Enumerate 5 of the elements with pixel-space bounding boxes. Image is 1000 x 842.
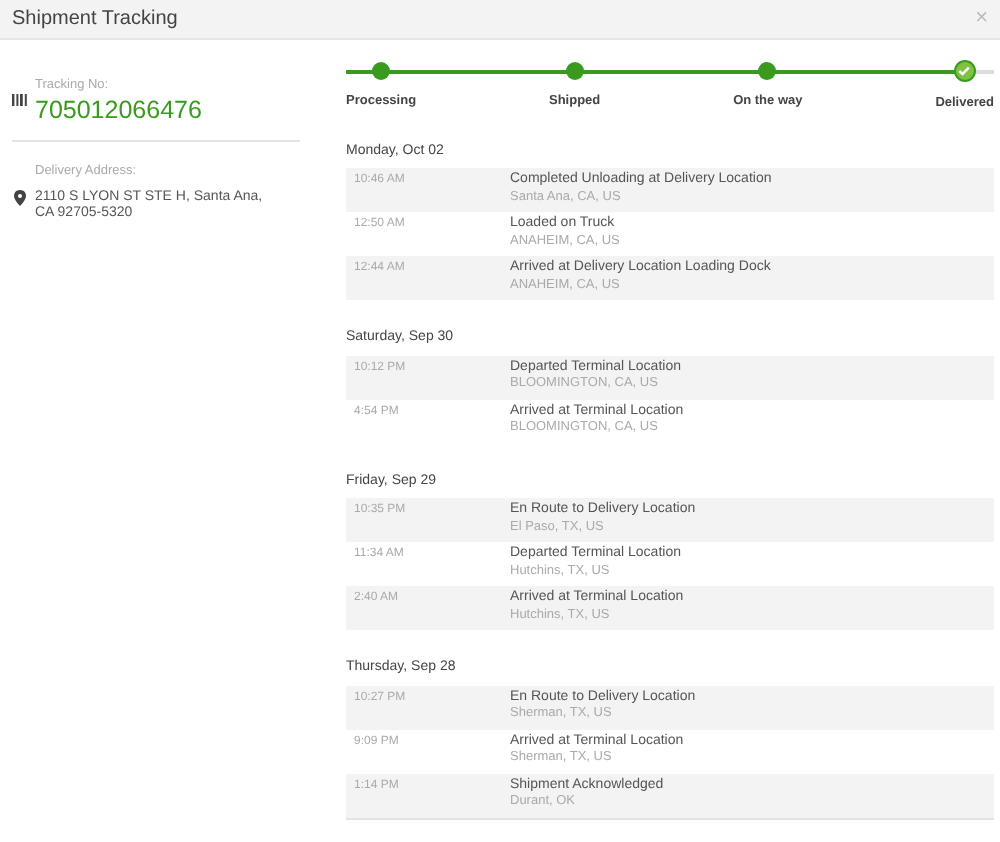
map-pin-icon — [12, 189, 28, 205]
barcode-icon — [12, 93, 28, 106]
tracking-number: 705012066476 — [35, 95, 202, 124]
window-title: Shipment Tracking — [12, 6, 178, 34]
close-button[interactable]: × — [975, 8, 988, 30]
